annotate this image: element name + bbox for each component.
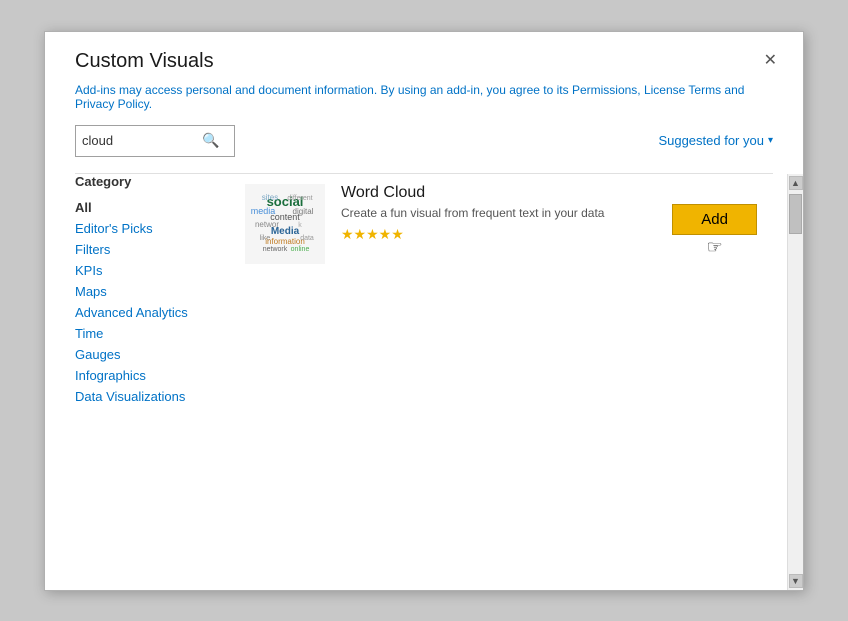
sidebar-item-gauges[interactable]: Gauges: [75, 344, 121, 365]
sidebar-item-editors-picks[interactable]: Editor's Picks: [75, 218, 153, 239]
search-button[interactable]: 🔍: [196, 128, 225, 153]
search-icon: 🔍: [202, 132, 219, 148]
main-content: social sites different media digital con…: [235, 174, 787, 590]
sidebar-item-all[interactable]: All: [75, 197, 92, 218]
add-button[interactable]: Add: [672, 204, 757, 235]
cursor-icon: ☞: [707, 237, 723, 258]
visual-info: Word Cloud Create a fun visual from freq…: [341, 184, 656, 243]
close-button[interactable]: ✕: [758, 51, 783, 71]
search-input[interactable]: [76, 129, 196, 152]
svg-text:Media: Media: [271, 226, 300, 237]
scrollbar: ▲ ▼: [787, 174, 803, 590]
suggested-label: Suggested for you: [658, 133, 764, 148]
svg-text:information: information: [265, 237, 305, 246]
visual-title: Word Cloud: [341, 184, 656, 202]
visual-thumbnail: social sites different media digital con…: [245, 184, 325, 264]
info-text: Add-ins may access personal and document…: [75, 83, 744, 111]
sidebar-item-kpis[interactable]: KPIs: [75, 260, 102, 281]
search-row: 🔍 Suggested for you ▾: [45, 125, 803, 173]
sidebar-item-infographics[interactable]: Infographics: [75, 365, 146, 386]
sidebar-item-time[interactable]: Time: [75, 323, 103, 344]
scroll-track: [788, 192, 803, 572]
body: Category All Editor's Picks Filters KPIs…: [45, 174, 803, 590]
visual-card: social sites different media digital con…: [245, 174, 777, 274]
title-bar: Custom Visuals ✕: [45, 32, 803, 83]
svg-text:data: data: [300, 235, 314, 242]
scroll-thumb[interactable]: [789, 194, 802, 234]
svg-text:online: online: [291, 246, 310, 253]
chevron-down-icon: ▾: [768, 135, 773, 146]
suggested-for-you-button[interactable]: Suggested for you ▾: [658, 133, 773, 148]
scroll-up-button[interactable]: ▲: [789, 176, 803, 190]
sidebar-item-filters[interactable]: Filters: [75, 239, 110, 260]
info-bar: Add-ins may access personal and document…: [45, 83, 803, 125]
sidebar-item-maps[interactable]: Maps: [75, 281, 107, 302]
custom-visuals-dialog: Custom Visuals ✕ Add-ins may access pers…: [44, 31, 804, 591]
search-box: 🔍: [75, 125, 235, 157]
sidebar: Category All Editor's Picks Filters KPIs…: [75, 174, 235, 590]
svg-text:different: different: [287, 195, 312, 202]
svg-text:sites: sites: [262, 193, 278, 202]
word-cloud-image: social sites different media digital con…: [245, 184, 325, 264]
category-label: Category: [75, 174, 235, 189]
star-rating: ★★★★★: [341, 226, 656, 243]
sidebar-item-advanced-analytics[interactable]: Advanced Analytics: [75, 302, 188, 323]
dialog-title: Custom Visuals: [75, 50, 214, 73]
visual-description: Create a fun visual from frequent text i…: [341, 206, 656, 220]
scroll-down-button[interactable]: ▼: [789, 574, 803, 588]
card-and-scroll: social sites different media digital con…: [235, 174, 803, 590]
svg-text:network: network: [263, 246, 288, 253]
sidebar-item-data-visualizations[interactable]: Data Visualizations: [75, 386, 185, 407]
